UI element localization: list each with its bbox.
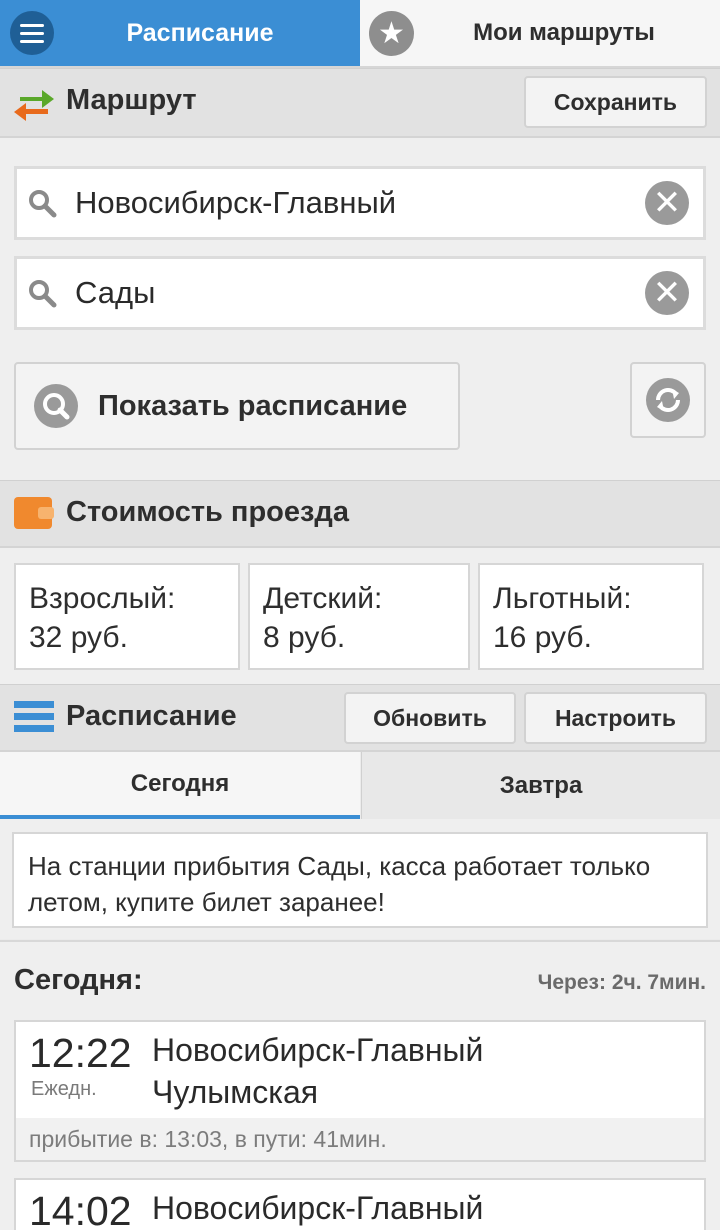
train-item[interactable]: 12:22 Ежедн. Новосибирск-Главный Чулымск… bbox=[14, 1020, 706, 1162]
search-icon bbox=[34, 384, 78, 428]
countdown-text: Через: 2ч. 7мин. bbox=[537, 971, 706, 994]
schedule-title: Расписание bbox=[66, 700, 237, 732]
save-button[interactable]: Сохранить bbox=[524, 76, 707, 128]
departure-time: 12:22 bbox=[29, 1030, 132, 1076]
fare-price: 16 руб. bbox=[493, 621, 592, 654]
route-arrows-icon bbox=[14, 90, 54, 121]
tab-schedule-label[interactable]: Расписание bbox=[80, 0, 320, 66]
from-station: Новосибирск-Главный bbox=[152, 1190, 484, 1226]
tab-my-routes[interactable]: Мои маршруты bbox=[420, 0, 708, 66]
tab-today[interactable]: Сегодня bbox=[0, 752, 360, 819]
fare-reduced: Льготный: 16 руб. bbox=[478, 563, 704, 670]
fare-label: Льготный: bbox=[493, 582, 632, 615]
clear-icon[interactable]: ✕ bbox=[645, 181, 689, 225]
swap-stations-button[interactable] bbox=[630, 362, 706, 438]
refresh-button[interactable]: Обновить bbox=[344, 692, 516, 744]
fare-price: 32 руб. bbox=[29, 621, 128, 654]
arrival-info: прибытие в: 13:03, в пути: 41мин. bbox=[29, 1126, 387, 1152]
from-station-value[interactable]: Новосибирск-Главный bbox=[75, 169, 396, 237]
arrival-bar: прибытие в: 13:03, в пути: 41мин. bbox=[16, 1118, 704, 1160]
route-title: Маршрут bbox=[66, 84, 197, 116]
from-station-field[interactable]: Новосибирск-Главный ✕ bbox=[14, 166, 706, 240]
fare-child: Детский: 8 руб. bbox=[248, 563, 470, 670]
fare-price: 8 руб. bbox=[263, 621, 346, 654]
show-schedule-label[interactable]: Показать расписание bbox=[98, 364, 407, 448]
day-heading: Сегодня: bbox=[14, 964, 143, 996]
fare-label: Детский: bbox=[263, 582, 383, 615]
list-icon bbox=[14, 701, 54, 733]
train-item[interactable]: 14:02 Новосибирск-Главный bbox=[14, 1178, 706, 1230]
to-station-field[interactable]: Сады ✕ bbox=[14, 256, 706, 330]
fare-title: Стоимость проезда bbox=[66, 496, 349, 528]
departure-time: 14:02 bbox=[29, 1188, 132, 1230]
to-station-value[interactable]: Сады bbox=[75, 259, 155, 327]
star-icon[interactable]: ★ bbox=[369, 11, 414, 56]
from-station: Новосибирск-Главный bbox=[152, 1032, 484, 1068]
menu-icon[interactable] bbox=[10, 11, 54, 55]
settings-button[interactable]: Настроить bbox=[524, 692, 707, 744]
clear-icon[interactable]: ✕ bbox=[645, 271, 689, 315]
fare-adult: Взрослый: 32 руб. bbox=[14, 563, 240, 670]
show-schedule-button[interactable]: Показать расписание bbox=[14, 362, 460, 450]
refresh-swap-icon bbox=[646, 378, 690, 422]
frequency-label: Ежедн. bbox=[31, 1078, 97, 1100]
wallet-icon bbox=[14, 497, 54, 529]
search-icon bbox=[29, 190, 57, 218]
search-icon bbox=[29, 280, 57, 308]
notice-message: На станции прибытия Сады, касса работает… bbox=[12, 832, 708, 928]
to-station: Чулымская bbox=[152, 1074, 319, 1110]
fare-label: Взрослый: bbox=[29, 582, 176, 615]
tab-tomorrow[interactable]: Завтра bbox=[361, 752, 720, 819]
